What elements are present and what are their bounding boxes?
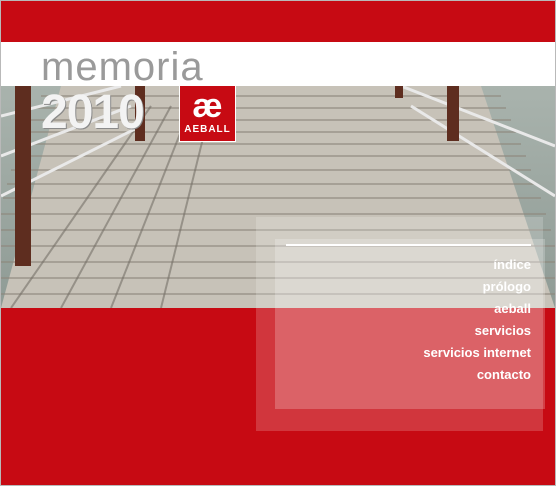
top-red-band bbox=[1, 1, 555, 42]
menu-item-indice[interactable]: índice bbox=[423, 254, 531, 276]
logo-memoria-text: memoria bbox=[41, 45, 204, 89]
menu-item-servicios-internet[interactable]: servicios internet bbox=[423, 342, 531, 364]
main-menu: índice prólogo aeball servicios servicio… bbox=[423, 254, 531, 386]
menu-item-contacto[interactable]: contacto bbox=[423, 364, 531, 386]
aeball-logo[interactable]: æ AEBALL bbox=[179, 85, 236, 142]
page-frame: memoria 2010 æ AEBALL índice prólogo aeb… bbox=[0, 0, 556, 486]
menu-item-servicios[interactable]: servicios bbox=[423, 320, 531, 342]
aeball-brand-text: AEBALL bbox=[184, 124, 231, 135]
menu-divider bbox=[286, 244, 531, 246]
menu-item-prologo[interactable]: prólogo bbox=[423, 276, 531, 298]
ae-ligature-icon: æ bbox=[192, 87, 223, 125]
logo-year-text: 2010 bbox=[41, 86, 145, 139]
menu-item-aeball[interactable]: aeball bbox=[423, 298, 531, 320]
